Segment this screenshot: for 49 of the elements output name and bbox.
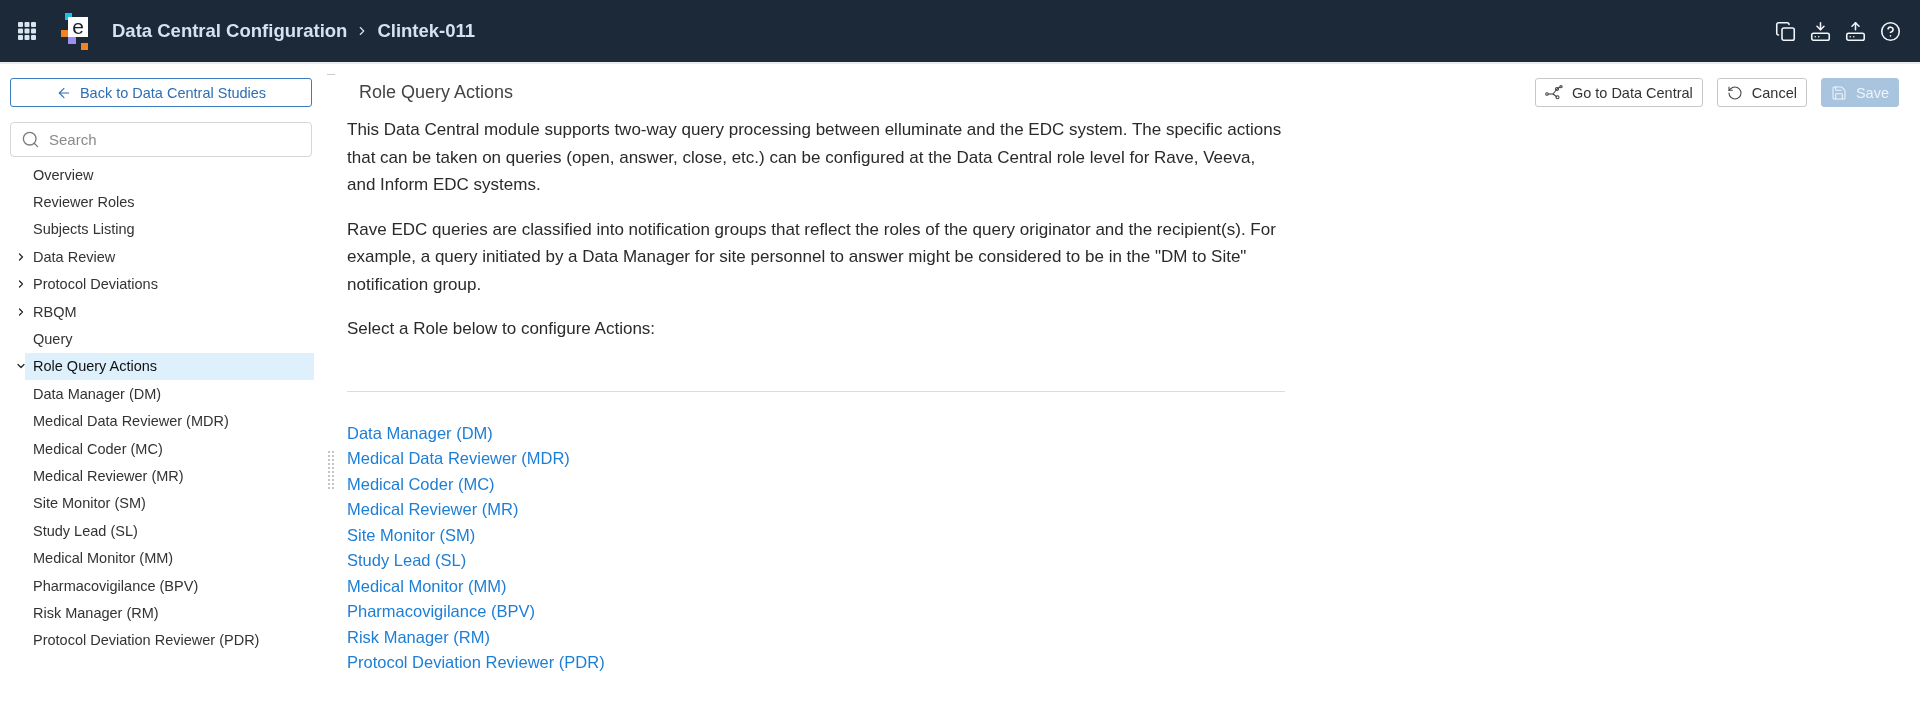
nav-item[interactable]: Reviewer Roles xyxy=(25,188,314,216)
nav-item[interactable]: Subjects Listing xyxy=(25,215,314,244)
upload-icon[interactable] xyxy=(1845,20,1866,42)
nav-item[interactable]: Risk Manager (RM) xyxy=(25,599,314,627)
description-text: This Data Central module supports two-way query processing between elluminate and the EDC system. The specific actions that can be taken on queries (open, answer, close, etc.) can be configured at the Data Central role level for Rave, Veeva, and Inform EDC systems. xyxy=(347,119,1283,196)
nav-item[interactable]: RBQM xyxy=(25,297,314,326)
breadcrumb-item[interactable]: Data Central Configuration xyxy=(112,20,348,42)
back-button[interactable]: Back to Data Central Studies xyxy=(10,78,312,107)
role-link[interactable]: Study Lead (SL) xyxy=(347,548,467,574)
nav-item[interactable]: Data Review xyxy=(25,243,314,271)
description-text: Rave EDC queries are classified into notification groups that reflect the roles of the query originator and the recipient(s). For example, a query initiated by a Data Manager for site personnel to answer might be considered to be in the "DM to Site" notification group. xyxy=(347,218,1277,296)
role-link[interactable]: Protocol Deviation Reviewer (PDR) xyxy=(347,650,605,676)
search-icon xyxy=(21,130,40,149)
role-link[interactable]: Medical Reviewer (MR) xyxy=(347,497,519,523)
copy-icon[interactable] xyxy=(1775,20,1796,42)
app-logo: e xyxy=(61,12,89,50)
nav-item[interactable]: Site Monitor (SM) xyxy=(25,489,314,518)
breadcrumb-item: Clintek-011 xyxy=(377,20,476,42)
undo-icon xyxy=(1726,84,1743,101)
nav-item[interactable]: Query xyxy=(25,325,314,353)
nav-item[interactable]: Pharmacovigilance (BPV) xyxy=(25,571,314,600)
download-icon[interactable] xyxy=(1810,20,1831,42)
help-icon[interactable] xyxy=(1880,20,1901,42)
nav-item[interactable]: Overview xyxy=(25,161,314,189)
nav-item[interactable]: Protocol Deviation Reviewer (PDR) xyxy=(25,626,314,655)
role-link[interactable]: Pharmacovigilance (BPV) xyxy=(347,599,535,625)
nav-item[interactable]: Medical Data Reviewer (MDR) xyxy=(25,407,314,435)
role-link[interactable]: Site Monitor (SM) xyxy=(347,522,476,548)
cancel-button[interactable]: Cancel xyxy=(1716,78,1807,107)
nav-item[interactable]: Data Manager (DM) xyxy=(25,380,314,408)
nav-item[interactable]: Medical Reviewer (MR) xyxy=(25,462,314,490)
page-title: Role Query Actions xyxy=(359,82,514,103)
role-link[interactable]: Data Manager (DM) xyxy=(347,420,493,446)
nav-item[interactable]: Role Query Actions xyxy=(25,352,314,381)
role-link[interactable]: Risk Manager (RM) xyxy=(347,624,491,650)
save-icon xyxy=(1830,84,1847,101)
nav-item[interactable]: Study Lead (SL) xyxy=(25,517,314,545)
nav-item[interactable]: Protocol Deviations xyxy=(25,270,314,298)
drag-handle-icon[interactable] xyxy=(327,451,334,489)
go-to-data-central-button[interactable]: Go to Data Central xyxy=(1534,78,1703,107)
network-icon xyxy=(1544,85,1563,100)
nav-item[interactable]: Medical Coder (MC) xyxy=(25,434,314,463)
search-field[interactable]: Search xyxy=(10,122,312,157)
role-link[interactable]: Medical Data Reviewer (MDR) xyxy=(347,446,570,472)
role-link[interactable]: Medical Coder (MC) xyxy=(347,471,495,497)
description-text: Select a Role below to configure Actions: xyxy=(347,318,657,340)
nav-item[interactable]: Medical Monitor (MM) xyxy=(25,544,314,572)
apps-grid-icon[interactable] xyxy=(18,22,36,40)
role-link[interactable]: Medical Monitor (MM) xyxy=(347,573,507,599)
